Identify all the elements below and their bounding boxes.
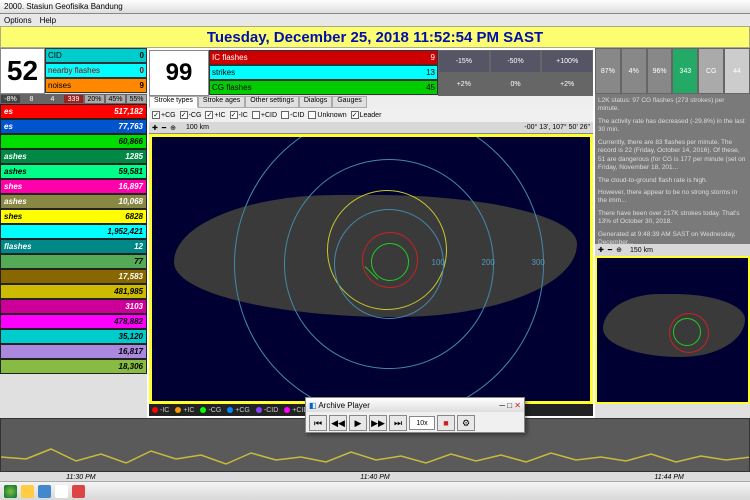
stat-row: 1,952,421 (0, 224, 147, 239)
legend-item: -CG (200, 407, 221, 414)
stat-row: ashes59,581 (0, 164, 147, 179)
checkbox-Unknown[interactable]: Unknown (308, 111, 346, 119)
taskbar-app1[interactable] (38, 485, 51, 498)
checkbox-+CG[interactable]: ✓+CG (152, 111, 176, 119)
stat-row: shes6828 (0, 209, 147, 224)
counter-row: CG flashes45 (209, 80, 438, 95)
datetime-banner: Tuesday, December 25, 2018 11:52:54 PM S… (0, 26, 750, 48)
checkbox--CID[interactable]: -CID (281, 111, 304, 119)
taskbar-app2[interactable] (55, 485, 68, 498)
coords-label: -00° 13', 107° 50' 26" (524, 124, 590, 131)
rewind-button[interactable]: ◀◀ (329, 415, 347, 431)
stat-row: 16,817 (0, 344, 147, 359)
legend-item: -CID (256, 407, 278, 414)
stat-row: 60,866 (0, 134, 147, 149)
stat-row: 77 (0, 254, 147, 269)
stat-row: 18,306 (0, 359, 147, 374)
stat-row: 35,120 (0, 329, 147, 344)
skip-fwd-button[interactable]: ⏭ (389, 415, 407, 431)
legend-item: +CG (227, 407, 250, 414)
left-big-number: 52 (0, 48, 45, 94)
taskbar-app3[interactable] (72, 485, 85, 498)
zoom-out-icon[interactable]: ━ (162, 124, 166, 132)
stop-button[interactable]: ■ (437, 415, 455, 431)
counter-row: IC flashes9 (209, 50, 438, 65)
stat-row: flashes12 (0, 239, 147, 254)
counter-row: CID0 (45, 48, 147, 63)
stat-row: es517,182 (0, 104, 147, 119)
stat-row: 478,882 (0, 314, 147, 329)
menubar: Options Help (0, 14, 750, 26)
checkbox-+IC[interactable]: ✓+IC (205, 111, 225, 119)
skip-back-button[interactable]: ⏮ (309, 415, 327, 431)
map-toolbar[interactable]: ✚ ━ ⊕ 100 km -00° 13', 107° 50' 26" (149, 122, 593, 134)
counter-row: noises9 (45, 78, 147, 93)
center-big-number: 99 (149, 50, 209, 96)
pct-cell: 339 (63, 94, 84, 104)
stat-row: 17,583 (0, 269, 147, 284)
tab-dialogs[interactable]: Dialogs (299, 96, 332, 108)
checkbox--CG[interactable]: ✓-CG (180, 111, 202, 119)
pct-cell: -8% (0, 94, 21, 104)
forward-button[interactable]: ▶▶ (369, 415, 387, 431)
stat-row: es77,763 (0, 119, 147, 134)
pct-cell: 45% (105, 94, 126, 104)
small-scale: 150 km (630, 247, 653, 254)
counter-row: nearby flashes0 (45, 63, 147, 78)
small-map[interactable] (595, 256, 750, 404)
maximize-icon[interactable]: □ (507, 401, 512, 410)
counter-row: strikes13 (209, 65, 438, 80)
zoom-out-icon[interactable]: ━ (608, 246, 612, 254)
taskbar-explorer[interactable] (21, 485, 34, 498)
close-icon[interactable]: ✕ (514, 401, 521, 410)
stat-row: 481,985 (0, 284, 147, 299)
crosshair-icon[interactable]: ⊕ (616, 246, 622, 254)
pct-cell: 55% (126, 94, 147, 104)
pct-cell: 8 (21, 94, 42, 104)
play-button[interactable]: ▶ (349, 415, 367, 431)
taskbar-start[interactable] (4, 485, 17, 498)
taskbar[interactable] (0, 481, 750, 500)
pct-cell: 20% (84, 94, 105, 104)
settings-button[interactable]: ⚙ (457, 415, 475, 431)
status-info: L2K status: 97 CG flashes (273 strokes) … (595, 94, 750, 244)
menu-options[interactable]: Options (4, 16, 32, 25)
menu-help[interactable]: Help (40, 16, 56, 25)
tab-stroke-ages[interactable]: Stroke ages (198, 96, 245, 108)
checkbox-+CID[interactable]: +CID (252, 111, 277, 119)
stat-row: ashes1285 (0, 149, 147, 164)
crosshair-icon[interactable]: ⊕ (170, 124, 176, 132)
checkbox-Leader[interactable]: ✓Leader (351, 111, 382, 119)
tab-stroke-types[interactable]: Stroke types (149, 96, 198, 108)
checkbox--IC[interactable]: ✓-IC (230, 111, 248, 119)
zoom-in-icon[interactable]: ✚ (598, 246, 604, 254)
zoom-in-icon[interactable]: ✚ (152, 124, 158, 132)
speed-input[interactable] (409, 416, 435, 430)
legend-item: +IC (175, 407, 194, 414)
stat-row: 3103 (0, 299, 147, 314)
archive-player[interactable]: ◧ Archive Player ─ □ ✕ ⏮ ◀◀ ▶ ▶▶ ⏭ ■ ⚙ (305, 397, 525, 433)
pct-cell: 4 (42, 94, 63, 104)
minimize-icon[interactable]: ─ (499, 401, 505, 410)
scale-label: 100 km (186, 124, 209, 131)
legend-item: -IC (152, 407, 169, 414)
titlebar: 2000. Stasiun Geofisika Bandung (0, 0, 750, 14)
stat-row: shes16,897 (0, 179, 147, 194)
tab-gauges[interactable]: Gauges (332, 96, 367, 108)
archive-title: ◧ Archive Player (309, 401, 370, 410)
main-map[interactable]: 100200300 (149, 134, 593, 404)
small-map-toolbar[interactable]: ✚ ━ ⊕ 150 km (595, 244, 750, 256)
tab-other-settings[interactable]: Other settings (245, 96, 299, 108)
stat-row: ashes10,068 (0, 194, 147, 209)
